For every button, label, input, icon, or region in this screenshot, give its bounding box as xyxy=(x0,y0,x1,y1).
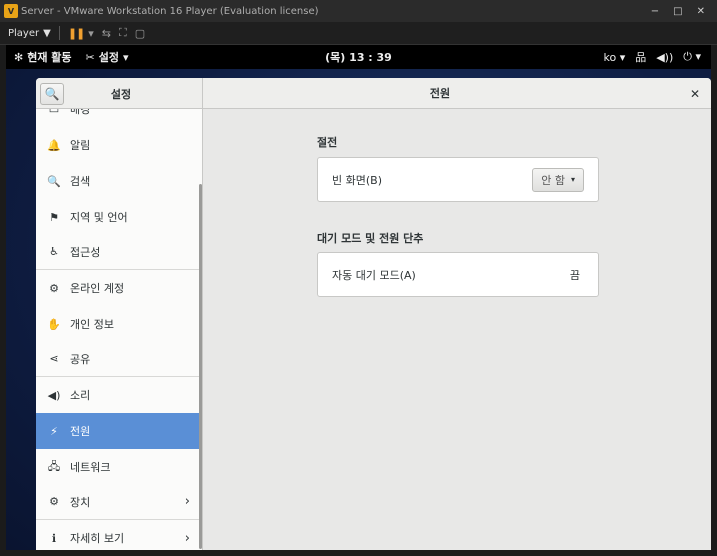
sidebar-item-privacy[interactable]: ✋ 개인 정보 xyxy=(36,306,202,342)
vm-titlebar: V Server - VMware Workstation 16 Player … xyxy=(0,0,717,22)
activities-icon: ✻ xyxy=(14,50,24,64)
devices-icon: ⚙ xyxy=(49,495,59,508)
sidebar-item-label: 배경 xyxy=(70,109,91,116)
auto-suspend-value: 끔 xyxy=(569,268,580,282)
power-icon: ⏻ xyxy=(683,50,692,63)
sidebar-item-sharing[interactable]: ⋖ 공유 xyxy=(36,341,202,377)
sidebar-item-label: 네트워크 xyxy=(70,461,111,474)
sidebar-item-label: 개인 정보 xyxy=(70,318,114,331)
gnome-top-bar: ✻ 현재 활동 ✂ 설정 ▾ (목) 13 : 39 ko ▾ 品 ◀)) ⏻ … xyxy=(6,45,711,69)
pause-caret-icon[interactable]: ▾ xyxy=(88,27,94,40)
vm-toolbar: Player ▼ ❚❚ ▾ ⇆ ⛶ ▢ xyxy=(0,22,717,45)
fullscreen-icon[interactable]: ⛶ xyxy=(119,26,127,40)
power-panel: 절전 빈 화면(B) 안 함 ▾ 대기 모드 및 전원 단추 자동 대기 모드(… xyxy=(203,109,711,550)
sidebar-item-accessibility[interactable]: ♿ 접근성 xyxy=(36,234,202,270)
network-icon: 🖧 xyxy=(47,459,61,473)
sidebar-item-devices[interactable]: ⚙ 장치 › xyxy=(36,484,202,520)
power-menu[interactable]: ⏻ ▾ xyxy=(683,50,701,64)
sidebar-item-label: 접근성 xyxy=(70,245,101,259)
search-icon: 🔍 xyxy=(47,174,61,188)
chevron-right-icon: › xyxy=(184,530,190,546)
search-button[interactable]: 🔍 xyxy=(40,82,64,105)
share-icon: ⋖ xyxy=(49,352,59,365)
power-saving-heading: 절전 xyxy=(317,136,338,149)
pause-icon[interactable]: ❚❚ xyxy=(68,27,85,40)
accessibility-icon: ♿ xyxy=(49,245,59,258)
input-method-indicator[interactable]: ko ▾ xyxy=(603,51,625,64)
window-close-button[interactable]: ✕ xyxy=(697,6,705,17)
sidebar-item-label: 장치 xyxy=(70,495,91,509)
chevron-right-icon: › xyxy=(184,494,190,509)
info-icon: ℹ xyxy=(51,531,57,545)
close-button[interactable]: ✕ xyxy=(685,84,705,104)
chevron-down-icon: ▾ xyxy=(695,50,701,63)
sidebar-item-label: 공유 xyxy=(70,352,91,366)
chevron-down-icon: ▾ xyxy=(619,50,626,64)
close-icon: ✕ xyxy=(689,87,701,101)
blank-screen-value: 안 함 xyxy=(541,173,565,187)
guest-desktop: ✻ 현재 활동 ✂ 설정 ▾ (목) 13 : 39 ko ▾ 品 ◀)) ⏻ … xyxy=(6,45,711,550)
page-title: 전원 xyxy=(429,87,451,100)
sidebar-item-online-accounts[interactable]: ⚙ 온라인 계정 xyxy=(36,270,202,306)
app-menu-label: 설정 xyxy=(98,51,119,64)
app-menu-button[interactable]: ✂ 설정 ▾ xyxy=(86,49,129,65)
minimize-button[interactable]: − xyxy=(651,6,659,17)
blank-screen-combo[interactable]: 안 함 ▾ xyxy=(532,167,584,192)
player-menu-label: Player xyxy=(8,27,40,39)
input-method-label: ko xyxy=(603,50,617,64)
settings-sidebar: ▭ 배경 🔔 알림 🔍 검색 ⚑ 지역 및 언어 ♿ 접근성 ⚙ 온라인 계정 xyxy=(36,109,203,550)
activities-label: 현재 활동 xyxy=(27,51,72,64)
speaker-icon: ◀) xyxy=(47,388,61,402)
power-battery-icon: ⚡ xyxy=(50,424,58,438)
chevron-down-icon: ▾ xyxy=(570,175,575,184)
flag-icon: ⚑ xyxy=(49,210,59,224)
bell-icon: 🔔 xyxy=(47,138,61,152)
toolbar-divider xyxy=(58,26,60,40)
sidebar-item-label: 알림 xyxy=(70,139,91,152)
volume-icon[interactable]: ◀)) xyxy=(656,51,673,64)
sidebar-item-sound[interactable]: ◀) 소리 xyxy=(36,377,202,413)
blank-screen-row: 빈 화면(B) 안 함 ▾ xyxy=(317,157,599,202)
settings-app-icon: ✂ xyxy=(85,50,95,64)
blank-screen-label: 빈 화면(B) xyxy=(332,173,382,187)
online-accounts-icon: ⚙ xyxy=(49,281,59,295)
sidebar-item-region-language[interactable]: ⚑ 지역 및 언어 xyxy=(36,199,202,235)
auto-suspend-row[interactable]: 자동 대기 모드(A) 끔 xyxy=(317,252,599,297)
settings-header-bar: 🔍 설정 전원 ✕ xyxy=(36,78,711,109)
player-menu-button[interactable]: Player ▼ xyxy=(8,28,51,39)
sidebar-item-network[interactable]: 🖧 네트워크 xyxy=(36,449,202,485)
suspend-power-button-heading: 대기 모드 및 전원 단추 xyxy=(317,232,424,245)
maximize-button[interactable]: □ xyxy=(673,6,682,17)
background-icon: ▭ xyxy=(48,109,60,116)
clock[interactable]: (목) 13 : 39 xyxy=(325,51,392,64)
send-ctrl-alt-del-icon[interactable]: ⇆ xyxy=(102,27,111,40)
caret-down-icon: ▼ xyxy=(43,27,51,39)
sidebar-item-details[interactable]: ℹ 자세히 보기 › xyxy=(36,520,202,550)
sidebar-item-background[interactable]: ▭ 배경 xyxy=(36,109,202,127)
sidebar-item-power[interactable]: ⚡ 전원 xyxy=(36,413,202,449)
search-icon: 🔍 xyxy=(44,86,60,101)
activities-button[interactable]: ✻ 현재 활동 xyxy=(14,49,72,65)
sidebar-item-label: 자세히 보기 xyxy=(70,532,125,545)
network-icon[interactable]: 品 xyxy=(635,49,646,65)
chevron-down-icon: ▾ xyxy=(123,50,129,64)
settings-window: 🔍 설정 전원 ✕ ▭ 배경 🔔 알림 🔍 검색 ⚑ 지역 및 언어 ♿ 접근성… xyxy=(36,78,711,550)
sidebar-item-search[interactable]: 🔍 검색 xyxy=(36,163,202,199)
auto-suspend-label: 자동 대기 모드(A) xyxy=(332,268,416,282)
sidebar-scrollbar[interactable] xyxy=(199,184,202,549)
sidebar-title: 설정 xyxy=(110,87,132,101)
hand-icon: ✋ xyxy=(47,317,61,331)
sidebar-item-notifications[interactable]: 🔔 알림 xyxy=(36,127,202,163)
sidebar-item-label: 전원 xyxy=(70,425,91,438)
vmware-logo-icon: V xyxy=(4,4,18,18)
sidebar-item-label: 검색 xyxy=(70,175,91,188)
sidebar-item-label: 소리 xyxy=(70,389,91,402)
unity-icon[interactable]: ▢ xyxy=(135,27,145,40)
sidebar-item-label: 온라인 계정 xyxy=(70,282,125,295)
sidebar-item-label: 지역 및 언어 xyxy=(70,211,128,224)
window-title: Server - VMware Workstation 16 Player (E… xyxy=(21,5,319,17)
